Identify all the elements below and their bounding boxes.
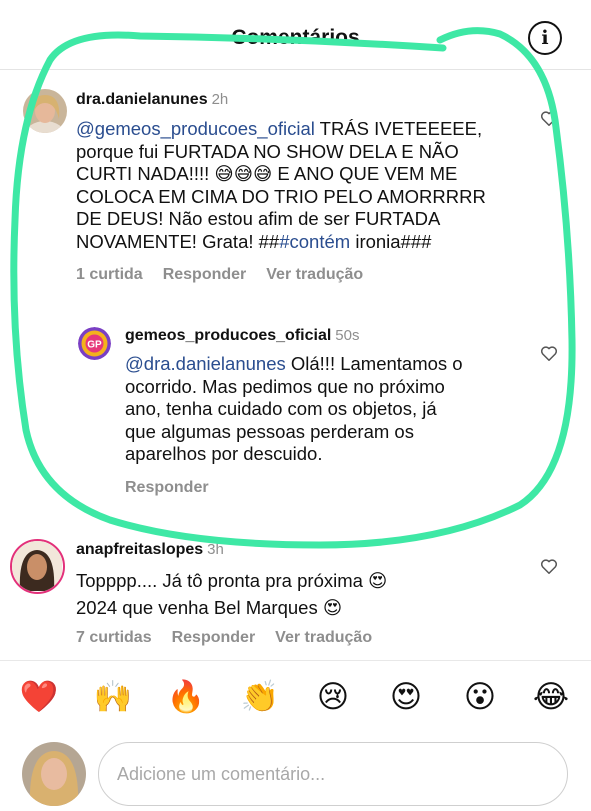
comment-actions: 7 curtidas Responder Ver tradução (76, 629, 392, 647)
raised-hands-emoji-reaction[interactable]: 🙌 (88, 672, 138, 722)
page-title: Comentários (231, 26, 360, 49)
comment-composer: Adicione um comentário... (22, 742, 582, 808)
quick-reactions-bar: ❤️ 🙌 🔥 👏 😢 😍 😮 😂 (0, 672, 591, 728)
comments-header: Comentários i (0, 0, 591, 70)
mention-link[interactable]: @dra.danielanunes (125, 353, 286, 374)
heart-emoji-reaction[interactable]: ❤️ (14, 672, 64, 722)
comment-line: Olá!!! Lamentamos o (285, 353, 463, 374)
info-icon[interactable]: i (528, 21, 562, 55)
comment-input[interactable]: Adicione um comentário... (98, 742, 568, 806)
laughing-emoji-reaction[interactable]: 😂 (526, 672, 576, 722)
heart-eyes-emoji-reaction[interactable]: 😍 (381, 672, 431, 722)
comment-line: Topppp.... Já tô pronta pra próxima 😍 (76, 570, 388, 591)
username[interactable]: gemeos_producoes_oficial (125, 327, 331, 344)
surprised-emoji-reaction[interactable]: 😮 (455, 672, 505, 722)
avatar[interactable] (23, 89, 67, 133)
comment-line: NOVAMENTE! Grata! ## (76, 230, 280, 252)
reply-button[interactable]: Responder (125, 479, 209, 496)
reply-button[interactable]: Responder (163, 266, 247, 283)
comment-line: ironia### (350, 230, 432, 252)
comment-actions: 1 curtida Responder Ver tradução (76, 266, 383, 284)
comment-author-line: anapfreitaslopes 3h (76, 541, 224, 559)
comment-line: CURTI NADA!!!! 😅😅😅 E ANO QUE VEM ME (76, 163, 458, 184)
divider (0, 660, 591, 661)
comment-line: COLOCA EM CIMA DO TRIO PELO AMORRRRR (76, 185, 486, 207)
comment-line: DE DEUS! Não estou afim de ser FURTADA (76, 208, 441, 229)
crying-emoji-reaction[interactable]: 😢 (308, 672, 358, 722)
comment-line: que algumas pessoas perderam os (125, 420, 414, 442)
mention-link[interactable]: @gemeos_producoes_oficial (76, 118, 315, 139)
clapping-emoji-reaction[interactable]: 👏 (235, 672, 285, 722)
likes-count[interactable]: 7 curtidas (76, 629, 152, 646)
avatar[interactable]: GP (78, 327, 111, 360)
comment-line: aparelhos por descuido. (125, 443, 323, 464)
comment-line: TRÁS IVETEEEEE, (314, 118, 483, 139)
translate-button[interactable]: Ver tradução (266, 266, 363, 283)
username[interactable]: dra.danielanunes (76, 91, 208, 108)
username[interactable]: anapfreitaslopes (76, 541, 203, 558)
comment-text: Topppp.... Já tô pronta pra próxima 😍 20… (76, 567, 526, 621)
comment-actions: Responder (125, 479, 229, 497)
comment-line: 2024 que venha Bel Marques 😍 (76, 597, 343, 618)
timestamp: 50s (335, 327, 360, 344)
svg-text:GP: GP (87, 340, 102, 351)
comment-line: ocorrido. Mas pedimos que no próximo (125, 375, 445, 397)
fire-emoji-reaction[interactable]: 🔥 (161, 672, 211, 722)
hashtag-link[interactable]: #contém (279, 231, 350, 252)
translate-button[interactable]: Ver tradução (275, 629, 372, 646)
reply-button[interactable]: Responder (172, 629, 256, 646)
avatar[interactable] (10, 539, 65, 594)
avatar (22, 742, 86, 806)
comment-author-line: dra.danielanunes 2h (76, 91, 228, 109)
heart-icon[interactable] (540, 110, 558, 127)
comment-line: porque fui FURTADA NO SHOW DELA E NÃO (76, 140, 459, 162)
comment-text: @dra.danielanunes Olá!!! Lamentamos o oc… (125, 353, 525, 466)
heart-icon[interactable] (540, 345, 558, 362)
timestamp: 2h (211, 91, 229, 108)
heart-icon[interactable] (540, 558, 558, 575)
timestamp: 3h (207, 541, 224, 558)
likes-count[interactable]: 1 curtida (76, 266, 143, 283)
comment-text: @gemeos_producoes_oficial TRÁS IVETEEEEE… (76, 118, 526, 253)
comment-line: ano, tenha cuidado com os objetos, já (125, 398, 437, 419)
comment-author-line: gemeos_producoes_oficial 50s (125, 327, 359, 345)
